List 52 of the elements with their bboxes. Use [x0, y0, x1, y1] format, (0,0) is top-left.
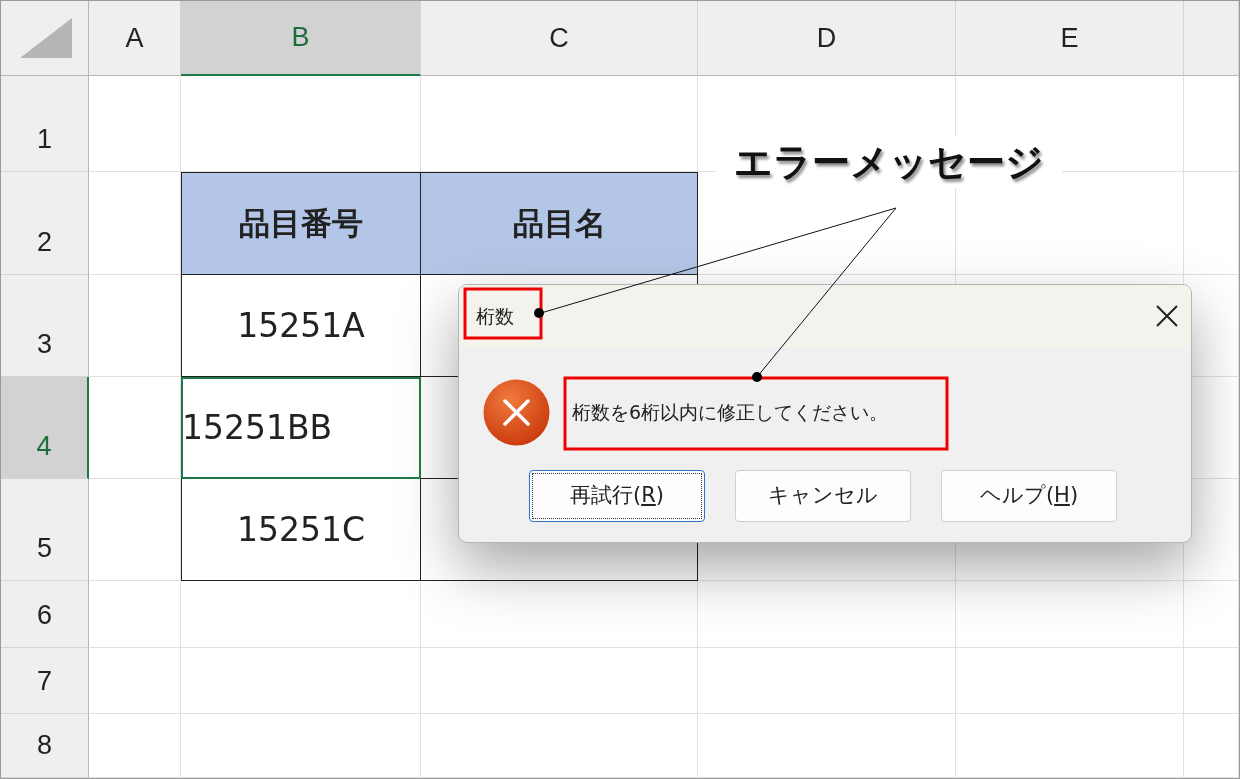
grid-cell[interactable]: [1184, 581, 1239, 648]
row-header[interactable]: 8: [1, 714, 89, 778]
column-heading: 品目名: [421, 172, 698, 275]
grid-cell[interactable]: [89, 648, 181, 714]
table-cell[interactable]: 15251C: [181, 479, 421, 581]
grid-cell[interactable]: [89, 275, 181, 377]
callout-tooltip: エラーメッセージ: [716, 136, 1062, 188]
column-header[interactable]: [1184, 1, 1239, 76]
error-icon: [483, 379, 550, 446]
select-all-button[interactable]: [1, 1, 89, 76]
grid-cell[interactable]: [956, 648, 1184, 714]
grid-cell[interactable]: [956, 714, 1184, 778]
grid-cell[interactable]: [181, 648, 421, 714]
table-cell[interactable]: 15251BB: [181, 377, 421, 479]
column-heading: 品目番号: [181, 172, 421, 275]
grid-cell[interactable]: [698, 648, 956, 714]
grid-cell[interactable]: [89, 377, 181, 479]
grid-cell[interactable]: [89, 714, 181, 778]
row-header[interactable]: 5: [1, 479, 89, 581]
grid-cell[interactable]: [89, 76, 181, 172]
grid-cell[interactable]: [1184, 76, 1239, 172]
grid-cell[interactable]: [89, 479, 181, 581]
row-header[interactable]: 7: [1, 648, 89, 714]
row-header[interactable]: 3: [1, 275, 89, 377]
table-cell[interactable]: 15251A: [181, 275, 421, 377]
column-header[interactable]: C: [421, 1, 698, 76]
column-header[interactable]: B: [181, 1, 421, 76]
grid-cell[interactable]: [956, 581, 1184, 648]
row-header[interactable]: 4: [1, 377, 89, 479]
grid-cell[interactable]: [181, 714, 421, 778]
grid-cell[interactable]: [421, 581, 698, 648]
grid-cell[interactable]: [1184, 714, 1239, 778]
grid-cell[interactable]: [421, 648, 698, 714]
grid-cell[interactable]: [698, 714, 956, 778]
dialog-button[interactable]: ヘルプ(H): [941, 470, 1117, 522]
dialog-button[interactable]: 再試行(R): [529, 470, 705, 522]
column-header[interactable]: D: [698, 1, 956, 76]
grid-cell[interactable]: [1184, 648, 1239, 714]
grid-cell[interactable]: [421, 714, 698, 778]
dialog-message: 桁数を6桁以内に修正してください。: [572, 400, 889, 426]
grid-cell[interactable]: [1184, 172, 1239, 275]
row-header[interactable]: 6: [1, 581, 89, 648]
column-header[interactable]: A: [89, 1, 181, 76]
close-icon[interactable]: [1155, 304, 1179, 328]
grid-cell[interactable]: [89, 581, 181, 648]
row-header[interactable]: 2: [1, 172, 89, 275]
row-header[interactable]: 1: [1, 76, 89, 172]
dialog-title: 桁数: [476, 303, 514, 329]
column-header[interactable]: E: [956, 1, 1184, 76]
grid-cell[interactable]: [181, 581, 421, 648]
grid-cell[interactable]: [698, 581, 956, 648]
dialog-button[interactable]: キャンセル: [735, 470, 911, 522]
